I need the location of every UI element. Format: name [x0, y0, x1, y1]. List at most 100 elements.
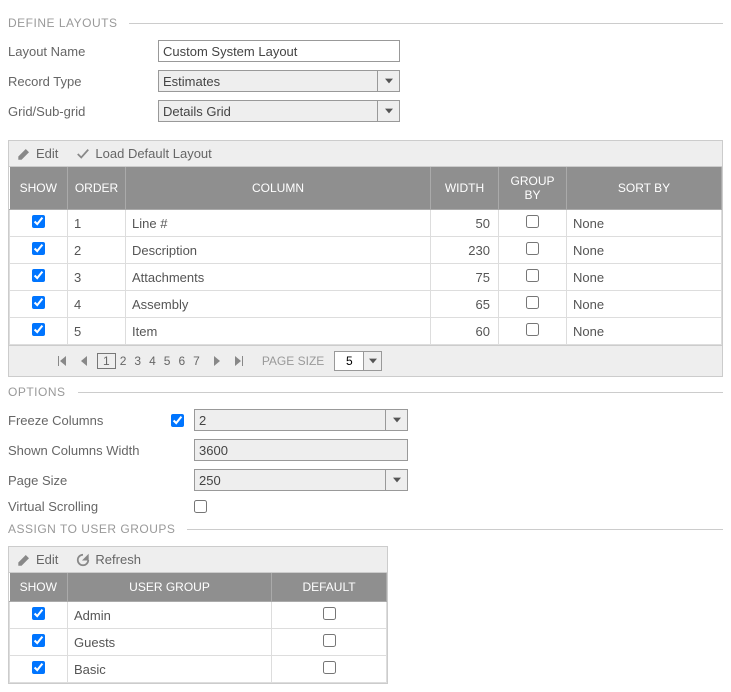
user-group-cell: Basic [68, 656, 272, 683]
assign-refresh-button[interactable]: Refresh [76, 552, 141, 567]
columns-toolbar: Edit Load Default Layout [9, 141, 722, 167]
assign-show-checkbox[interactable] [32, 661, 45, 674]
chevron-down-icon [393, 416, 401, 424]
pager-page-1[interactable]: 1 [97, 353, 116, 369]
section-define-layouts: DEFINE LAYOUTS [8, 16, 723, 30]
page-size-dropdown-btn[interactable] [364, 351, 382, 371]
shown-width-input[interactable] [194, 439, 408, 461]
table-row[interactable]: Basic [10, 656, 387, 683]
th-sort-by[interactable]: SORT BY [567, 167, 722, 210]
record-type-dropdown-btn[interactable] [378, 70, 400, 92]
row-grid-subgrid: Grid/Sub-grid [8, 100, 723, 122]
column-cell: Line # [126, 210, 431, 237]
page-size-input[interactable] [334, 351, 364, 371]
width-cell: 65 [431, 291, 499, 318]
columns-panel: Edit Load Default Layout SHOW ORDER COLU… [8, 140, 723, 377]
record-type-label: Record Type [8, 74, 158, 89]
width-cell: 50 [431, 210, 499, 237]
pager-next-btn[interactable] [208, 352, 226, 370]
group-by-checkbox[interactable] [526, 323, 539, 336]
width-cell: 75 [431, 264, 499, 291]
pager-page-4[interactable]: 4 [145, 354, 160, 368]
table-row[interactable]: 1Line #50None [10, 210, 722, 237]
group-by-checkbox[interactable] [526, 269, 539, 282]
user-group-cell: Admin [68, 602, 272, 629]
pager-page-6[interactable]: 6 [174, 354, 189, 368]
group-by-checkbox[interactable] [526, 215, 539, 228]
th-order[interactable]: ORDER [68, 167, 126, 210]
record-type-value[interactable] [158, 70, 378, 92]
layout-name-input[interactable] [158, 40, 400, 62]
row-freeze-columns: Freeze Columns [8, 409, 723, 431]
freeze-columns-dropdown-btn[interactable] [386, 409, 408, 431]
table-row[interactable]: 4Assembly65None [10, 291, 722, 318]
freeze-columns-label: Freeze Columns [8, 413, 158, 428]
assign-toolbar: Edit Refresh [9, 547, 387, 573]
assign-default-checkbox[interactable] [323, 661, 336, 674]
pager-prev-btn[interactable] [75, 352, 93, 370]
width-cell: 230 [431, 237, 499, 264]
pager-page-3[interactable]: 3 [130, 354, 145, 368]
layout-name-label: Layout Name [8, 44, 158, 59]
th-group-by[interactable]: GROUP BY [499, 167, 567, 210]
last-icon [234, 356, 244, 366]
freeze-columns-combo[interactable] [194, 409, 408, 431]
group-by-checkbox[interactable] [526, 296, 539, 309]
load-default-button[interactable]: Load Default Layout [76, 146, 211, 161]
table-row[interactable]: 5Item60None [10, 318, 722, 345]
shown-width-label: Shown Columns Width [8, 443, 158, 458]
pager-last-btn[interactable] [230, 352, 248, 370]
freeze-columns-value[interactable] [194, 409, 386, 431]
options-page-size-dropdown-btn[interactable] [386, 469, 408, 491]
column-cell: Item [126, 318, 431, 345]
grid-subgrid-value[interactable] [158, 100, 378, 122]
show-checkbox[interactable] [32, 296, 45, 309]
grid-subgrid-dropdown-btn[interactable] [378, 100, 400, 122]
table-row[interactable]: Admin [10, 602, 387, 629]
order-cell: 4 [68, 291, 126, 318]
assign-show-checkbox[interactable] [32, 607, 45, 620]
th-show[interactable]: SHOW [10, 167, 68, 210]
table-row[interactable]: 3Attachments75None [10, 264, 722, 291]
pencil-icon [17, 147, 31, 161]
show-checkbox[interactable] [32, 242, 45, 255]
pager-first-btn[interactable] [53, 352, 71, 370]
user-group-cell: Guests [68, 629, 272, 656]
edit-button[interactable]: Edit [17, 146, 58, 161]
virtual-scrolling-checkbox[interactable] [194, 500, 207, 513]
assign-refresh-label: Refresh [95, 552, 141, 567]
assign-th-show[interactable]: SHOW [10, 573, 68, 602]
record-type-combo[interactable] [158, 70, 400, 92]
sort-by-cell: None [567, 210, 722, 237]
show-checkbox[interactable] [32, 269, 45, 282]
virtual-scrolling-label: Virtual Scrolling [8, 499, 158, 514]
table-row[interactable]: 2Description230None [10, 237, 722, 264]
chevron-down-icon [369, 357, 377, 365]
table-row[interactable]: Guests [10, 629, 387, 656]
next-icon [212, 356, 222, 366]
assign-show-checkbox[interactable] [32, 634, 45, 647]
th-width[interactable]: WIDTH [431, 167, 499, 210]
group-by-checkbox[interactable] [526, 242, 539, 255]
assign-th-default[interactable]: DEFAULT [272, 573, 387, 602]
load-default-label: Load Default Layout [95, 146, 211, 161]
assign-th-group[interactable]: USER GROUP [68, 573, 272, 602]
columns-table: SHOW ORDER COLUMN WIDTH GROUP BY SORT BY… [9, 167, 722, 345]
show-checkbox[interactable] [32, 215, 45, 228]
sort-by-cell: None [567, 237, 722, 264]
show-checkbox[interactable] [32, 323, 45, 336]
page-size-combo[interactable] [334, 351, 382, 371]
th-column[interactable]: COLUMN [126, 167, 431, 210]
pager-page-7[interactable]: 7 [189, 354, 204, 368]
order-cell: 3 [68, 264, 126, 291]
options-page-size-value[interactable] [194, 469, 386, 491]
freeze-columns-checkbox[interactable] [171, 414, 184, 427]
pager-page-5[interactable]: 5 [160, 354, 175, 368]
assign-default-checkbox[interactable] [323, 607, 336, 620]
grid-subgrid-combo[interactable] [158, 100, 400, 122]
pager-page-2[interactable]: 2 [116, 354, 131, 368]
assign-default-checkbox[interactable] [323, 634, 336, 647]
assign-edit-button[interactable]: Edit [17, 552, 58, 567]
options-page-size-combo[interactable] [194, 469, 408, 491]
sort-by-cell: None [567, 264, 722, 291]
